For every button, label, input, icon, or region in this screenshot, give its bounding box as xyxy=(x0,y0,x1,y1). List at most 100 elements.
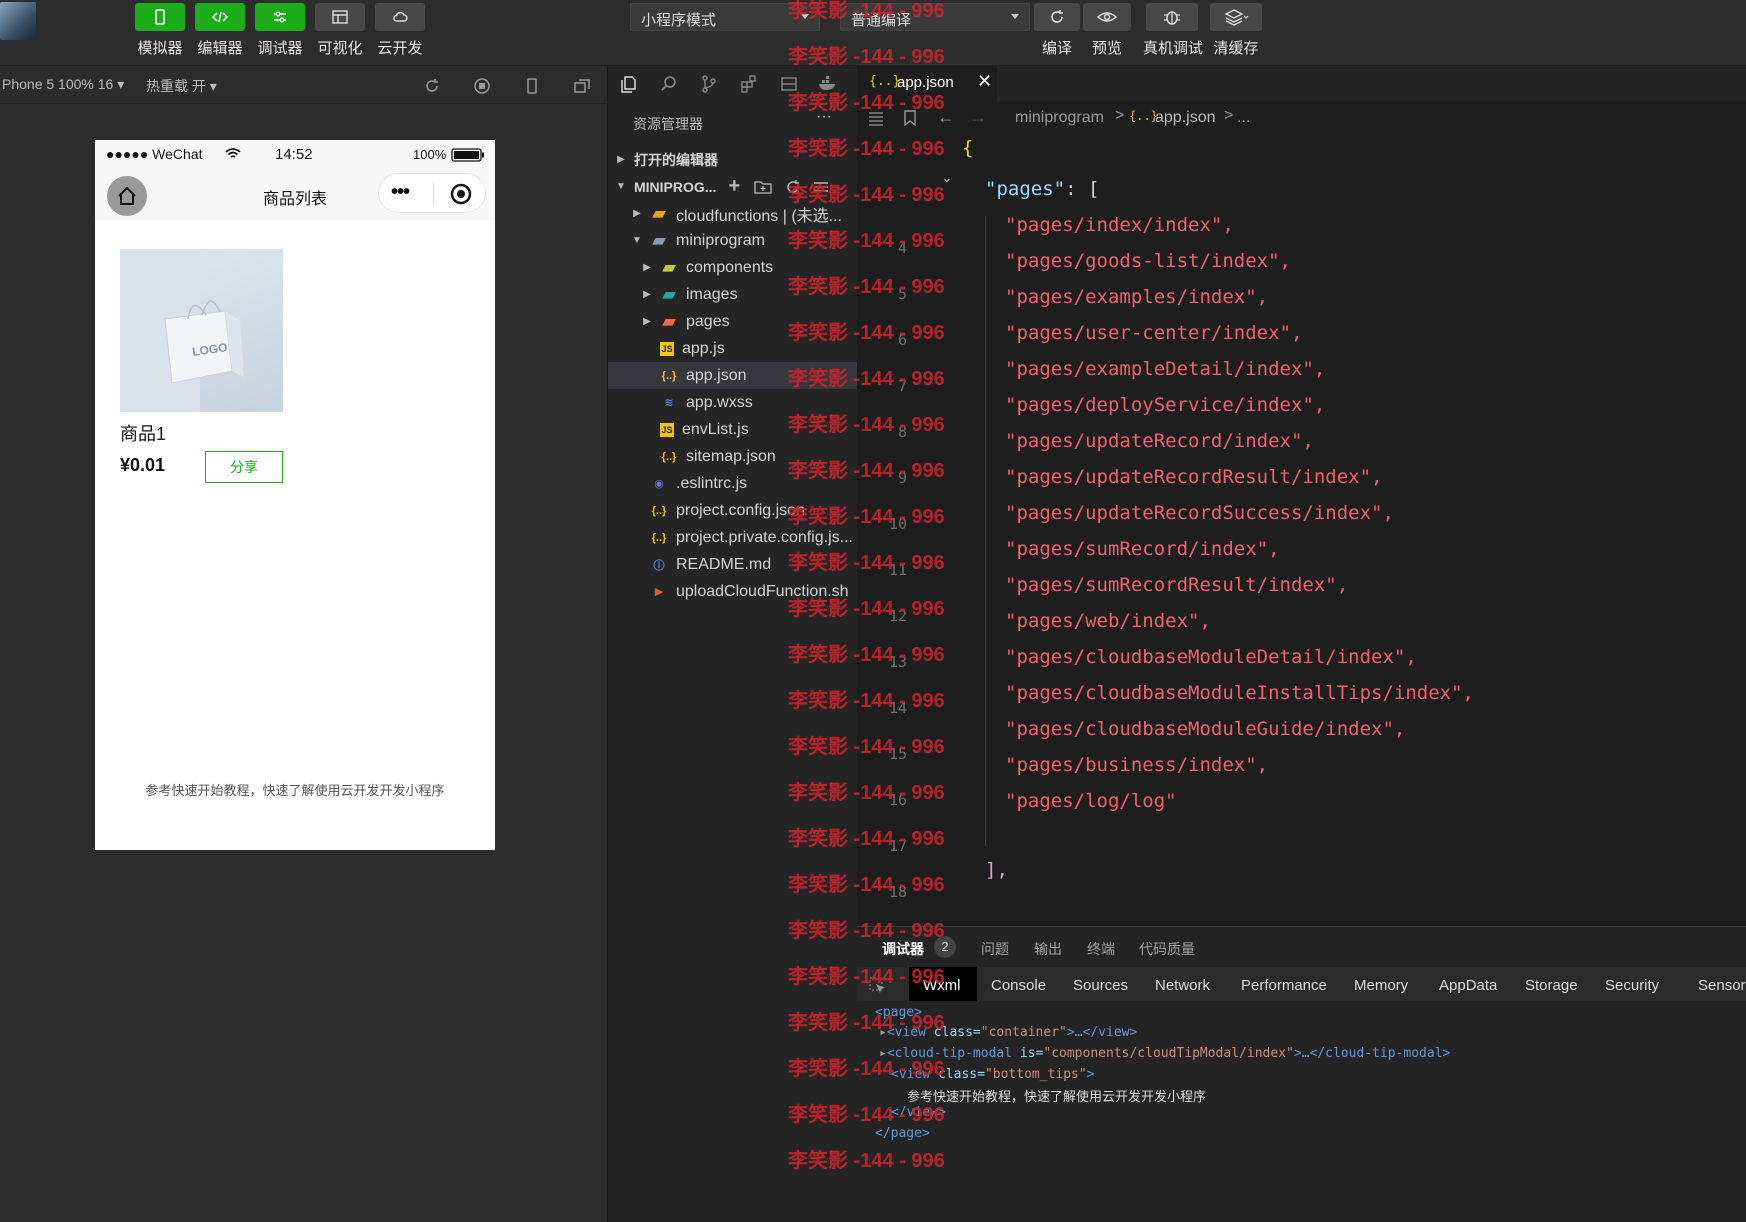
visual-button[interactable] xyxy=(315,3,365,31)
docker-icon[interactable] xyxy=(817,74,839,94)
carrier-text: ●●●●● WeChat xyxy=(106,146,203,162)
new-folder-icon[interactable] xyxy=(754,179,772,195)
tab-memory[interactable]: Memory xyxy=(1354,971,1408,1001)
file-tree-item[interactable]: JS envList.js xyxy=(608,416,858,443)
editor-button[interactable] xyxy=(195,3,245,31)
tab-output[interactable]: 输出 xyxy=(1034,939,1062,959)
project-section[interactable]: ▼ MINIPROG... + xyxy=(608,173,858,200)
open-editors-section[interactable]: ▶ 打开的编辑器 xyxy=(608,146,858,173)
file-tree-item[interactable]: JS app.js xyxy=(608,335,858,362)
bookmark-icon[interactable] xyxy=(903,110,917,126)
list-icon[interactable] xyxy=(867,110,885,126)
chevron-right-icon[interactable]: ▶ xyxy=(640,262,654,273)
device-select[interactable]: Phone 5 100% 16 ▾ xyxy=(2,76,124,93)
wxml-node-cloud-tip-modal[interactable]: ▸<cloud-tip-modal is="components/cloudTi… xyxy=(879,1046,1450,1061)
project-label: MINIPROG... xyxy=(634,178,717,195)
close-target-icon[interactable] xyxy=(449,182,473,206)
tab-terminal[interactable]: 终端 xyxy=(1087,939,1115,959)
stop-icon[interactable] xyxy=(472,76,492,96)
files-icon[interactable] xyxy=(619,74,639,94)
user-avatar[interactable] xyxy=(0,2,36,40)
line-number: 15 xyxy=(888,745,907,763)
code-string: "pages/goods-list/index", xyxy=(1005,250,1291,272)
chevron-right-icon[interactable]: ▶ xyxy=(640,316,654,327)
tab-sources[interactable]: Sources xyxy=(1073,971,1128,1001)
file-tree-item[interactable]: ▶ ▰ components xyxy=(608,254,858,281)
breadcrumb-file[interactable]: app.json xyxy=(1155,109,1216,127)
file-tree-item[interactable]: {..} app.json xyxy=(608,362,858,389)
hot-reload-toggle[interactable]: 热重载 开 ▾ xyxy=(146,76,217,96)
file-tree-item[interactable]: ⓘ README.md xyxy=(608,551,858,578)
layers-icon xyxy=(1224,9,1249,26)
source-control-icon[interactable] xyxy=(699,74,719,94)
file-tree-item[interactable]: ▶ ▰ cloudfunctions | (未选... xyxy=(608,200,858,227)
popout-icon[interactable] xyxy=(572,76,592,96)
cloud-dev-button[interactable] xyxy=(375,3,425,31)
preview-button[interactable] xyxy=(1083,3,1131,31)
compile-select[interactable]: 普通编译 xyxy=(840,3,1030,31)
extensions-icon[interactable] xyxy=(739,74,759,94)
breadcrumb-more[interactable]: ... xyxy=(1237,109,1250,127)
file-tree-item[interactable]: ▶ ▰ images xyxy=(608,281,858,308)
chevron-right-icon[interactable]: ▶ xyxy=(640,289,654,300)
chevron-right-icon[interactable]: ▶ xyxy=(630,208,644,219)
expand-triangle-icon[interactable]: ▸ xyxy=(879,1025,887,1040)
code-line: "pages/updateRecord/index", xyxy=(1005,430,1314,470)
tab-app-json[interactable]: {..} app.json ✕ xyxy=(857,66,997,102)
search-icon[interactable] xyxy=(659,74,679,94)
editor-breadcrumb-bar: ← → miniprogram > {..} app.json > ... xyxy=(857,102,1746,134)
new-file-icon[interactable]: + xyxy=(728,175,740,198)
fold-chevron-icon[interactable]: ⌄ xyxy=(941,169,953,186)
share-button[interactable]: 分享 xyxy=(205,451,283,483)
tab-debugger[interactable]: 调试器 xyxy=(882,939,924,959)
refresh-icon[interactable] xyxy=(784,179,802,195)
refresh-icon[interactable] xyxy=(422,76,442,96)
tab-code-quality[interactable]: 代码质量 xyxy=(1139,939,1195,959)
wxml-node-bottom-tips[interactable]: <view class="bottom_tips"> xyxy=(891,1067,1095,1082)
chevron-down-icon[interactable]: ▼ xyxy=(630,235,644,246)
back-arrow-icon[interactable]: ← xyxy=(937,107,955,128)
file-tree-item[interactable]: ◉ .eslintrc.js xyxy=(608,470,858,497)
real-device-debug-button[interactable] xyxy=(1146,3,1198,31)
product-image[interactable]: LOGO xyxy=(120,249,283,412)
collapse-all-icon[interactable] xyxy=(812,179,830,195)
inspect-cursor-icon[interactable] xyxy=(869,977,887,995)
file-tree-item[interactable]: ≋ app.wxss xyxy=(608,389,858,416)
file-tree-item[interactable]: ▶ ▰ pages xyxy=(608,308,858,335)
wxml-page-open[interactable]: <page> xyxy=(875,1005,922,1020)
file-tree-item[interactable]: {..} project.config.json xyxy=(608,497,858,524)
phone-icon[interactable] xyxy=(522,76,542,96)
file-tree-item[interactable]: {..} project.private.config.js... xyxy=(608,524,858,551)
wxml-attr: class= xyxy=(937,1067,985,1082)
file-tree-item[interactable]: ▶ uploadCloudFunction.sh xyxy=(608,578,858,605)
tab-security[interactable]: Security xyxy=(1605,971,1659,1001)
tab-storage[interactable]: Storage xyxy=(1525,971,1578,1001)
code-icon xyxy=(211,11,229,23)
tab-sensor[interactable]: Sensor xyxy=(1698,971,1746,1001)
simulator-button[interactable] xyxy=(135,3,185,31)
compile-button[interactable] xyxy=(1034,3,1080,31)
debugger-button[interactable] xyxy=(255,3,305,31)
file-tree-item[interactable]: ▼ ▰ miniprogram xyxy=(608,227,858,254)
expand-triangle-icon[interactable]: ▸ xyxy=(879,1046,887,1061)
clear-cache-button[interactable] xyxy=(1210,3,1262,31)
tab-appdata[interactable]: AppData xyxy=(1439,971,1497,1001)
tab-label: app.json xyxy=(897,74,954,91)
more-icon[interactable]: ••• xyxy=(391,181,410,204)
tab-problems[interactable]: 问题 xyxy=(981,939,1009,959)
storage-icon[interactable] xyxy=(779,74,799,94)
more-actions-icon[interactable]: ··· xyxy=(816,108,832,126)
file-tree-item[interactable]: {..} sitemap.json xyxy=(608,443,858,470)
close-icon[interactable]: ✕ xyxy=(977,71,992,92)
breadcrumb-root[interactable]: miniprogram xyxy=(1015,109,1104,127)
tab-performance[interactable]: Performance xyxy=(1241,971,1327,1001)
capsule-divider xyxy=(433,183,434,205)
file-tree-label: .eslintrc.js xyxy=(676,474,748,492)
mode-select[interactable]: 小程序模式 xyxy=(630,3,820,31)
tab-wxml[interactable]: Wxml xyxy=(923,971,961,1001)
tab-console[interactable]: Console xyxy=(991,971,1046,1001)
code-close-bracket: ], xyxy=(985,859,1008,881)
forward-arrow-icon[interactable]: → xyxy=(969,107,987,128)
wxml-node-container[interactable]: ▸<view class="container">…</view> xyxy=(879,1025,1137,1040)
tab-network[interactable]: Network xyxy=(1155,971,1210,1001)
